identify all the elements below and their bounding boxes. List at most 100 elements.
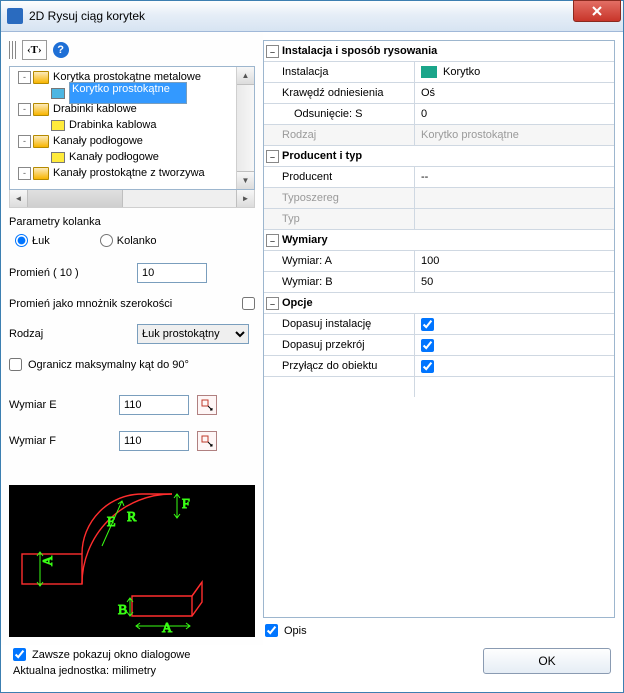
scroll-down-button[interactable]: ▼ [237,171,254,189]
pg-cat-install: Instalacja i sposób rysowania [282,45,437,57]
titlebar: 2D Rysuj ciąg korytek [1,1,623,32]
scroll-left-button[interactable]: ◄ [10,190,28,207]
pg-empty-val [414,377,614,397]
radio-luk[interactable]: Łuk [15,234,50,247]
przylacz-checkbox[interactable] [421,360,434,373]
tree-item-label: Kanały prostokątne z tworzywa [53,167,205,179]
hscroll-track[interactable] [28,190,236,207]
collapse-icon[interactable]: – [266,150,279,163]
folder-icon [33,135,49,148]
wymiar-f-label: Wymiar F [9,435,119,447]
color-swatch-icon [421,66,437,78]
pg-wyma-val[interactable]: 100 [414,251,614,271]
text-tool-button[interactable]: ‹T› [22,40,47,60]
pg-wymb-key: Wymiar: B [264,272,414,292]
tree-vscrollbar[interactable]: ▲ ▼ [236,67,254,189]
pg-odsun-val[interactable]: 0 [414,104,614,124]
promien-mnoznik-checkbox[interactable] [242,297,255,310]
scroll-right-button[interactable]: ► [236,190,254,207]
pg-krawedz-key: Krawędź odniesienia [264,83,414,103]
radio-kolanko-input[interactable] [100,234,113,247]
pick-e-button[interactable] [197,395,217,415]
collapse-icon[interactable]: – [266,297,279,310]
property-grid[interactable]: –Instalacja i sposób rysowania Instalacj… [263,40,615,618]
tree-row[interactable]: Korytko prostokątne [12,85,234,101]
collapse-icon[interactable]: – [266,234,279,247]
ok-button[interactable]: OK [483,648,611,674]
units-label: Aktualna jednostka: milimetry [13,665,190,677]
pg-przylacz-key: Przyłącz do obiektu [264,356,414,376]
wymiar-e-input[interactable] [119,395,189,415]
tree-toggle-icon[interactable]: - [18,135,31,148]
tree-item-label: Kanały podłogowe [53,135,143,147]
radio-luk-input[interactable] [15,234,28,247]
pick-f-button[interactable] [197,431,217,451]
footer: Zawsze pokazuj okno dialogowe Aktualna j… [1,644,623,692]
promien-input[interactable] [137,263,207,283]
radio-kolanko-label: Kolanko [117,235,157,247]
always-show-checkbox[interactable] [13,648,26,661]
close-button[interactable] [573,0,621,22]
pg-dopinst-val[interactable] [414,314,614,334]
pg-krawedz-val[interactable]: Oś [414,83,614,103]
svg-text:R: R [127,510,137,525]
right-panel: –Instalacja i sposób rysowania Instalacj… [263,32,623,645]
window-title: 2D Rysuj ciąg korytek [29,9,573,23]
pg-wymb-val[interactable]: 50 [414,272,614,292]
pg-cat-producent: Producent i typ [282,150,362,162]
picker-icon [201,435,213,447]
opis-checkbox[interactable] [265,624,278,637]
folder-icon [33,103,49,116]
pg-cat-opcje: Opcje [282,297,313,309]
svg-text:A: A [162,621,173,636]
pg-dopprzek-val[interactable] [414,335,614,355]
folder-icon [33,71,49,84]
ogranicz-label: Ogranicz maksymalny kąt do 90° [28,359,189,371]
tree-row[interactable]: Kanały podłogowe [12,149,234,165]
radio-luk-label: Łuk [32,235,50,247]
pg-typ-val [414,209,614,229]
picker-icon [201,399,213,411]
svg-text:F: F [182,497,190,512]
tree-row[interactable]: -Drabinki kablowe [12,101,234,117]
always-show-label: Zawsze pokazuj okno dialogowe [32,649,190,661]
item-icon [51,152,65,163]
tree-item-label: Drabinka kablowa [69,119,156,131]
help-button[interactable]: ? [53,42,69,58]
dialog-window: 2D Rysuj ciąg korytek ‹T› ? -Korytka pro… [0,0,624,693]
tree-hscrollbar[interactable]: ◄ ► [9,190,255,208]
radio-kolanko[interactable]: Kolanko [100,234,157,247]
promien-label: Promień ( 10 ) [9,267,137,279]
pg-producent-val[interactable]: -- [414,167,614,187]
wymiar-f-input[interactable] [119,431,189,451]
preview-diagram: A E R F B A [9,485,255,637]
tree-toggle-icon[interactable]: - [18,167,31,180]
app-icon [7,8,23,24]
scroll-up-button[interactable]: ▲ [237,67,254,85]
always-show-row[interactable]: Zawsze pokazuj okno dialogowe [13,648,190,661]
tree-row[interactable]: - Kanały prostokątne z tworzywa [12,165,234,181]
left-toolbar: ‹T› ? [9,40,255,60]
tree-toggle-icon[interactable]: - [18,103,31,116]
pg-instalacja-val[interactable]: Korytko [414,62,614,82]
collapse-icon[interactable]: – [266,45,279,58]
promien-mnoznik-label: Promień jako mnożnik szerokości [9,298,172,310]
tree-row[interactable]: - Kanały podłogowe [12,133,234,149]
pg-odsun-key: Odsunięcie: S [264,104,414,124]
pg-rodzaj-key: Rodzaj [264,125,414,145]
pg-wyma-key: Wymiar: A [264,251,414,271]
pg-instalacja-key: Instalacja [264,62,414,82]
dopasuj-instalacje-checkbox[interactable] [421,318,434,331]
folder-icon [33,167,49,180]
left-panel: ‹T› ? -Korytka prostokątne metaloweKoryt… [1,32,263,645]
pg-przylacz-val[interactable] [414,356,614,376]
hscroll-thumb[interactable] [28,190,123,207]
tree-toggle-icon[interactable]: - [18,71,31,84]
dopasuj-przekroj-checkbox[interactable] [421,339,434,352]
rodzaj-select[interactable]: Łuk prostokątny [137,324,249,344]
tree-view[interactable]: -Korytka prostokątne metaloweKorytko pro… [9,66,255,190]
tree-item-label: Korytko prostokątne [69,82,187,104]
item-icon [51,120,65,131]
ogranicz-checkbox[interactable] [9,358,22,371]
tree-row[interactable]: Drabinka kablowa [12,117,234,133]
